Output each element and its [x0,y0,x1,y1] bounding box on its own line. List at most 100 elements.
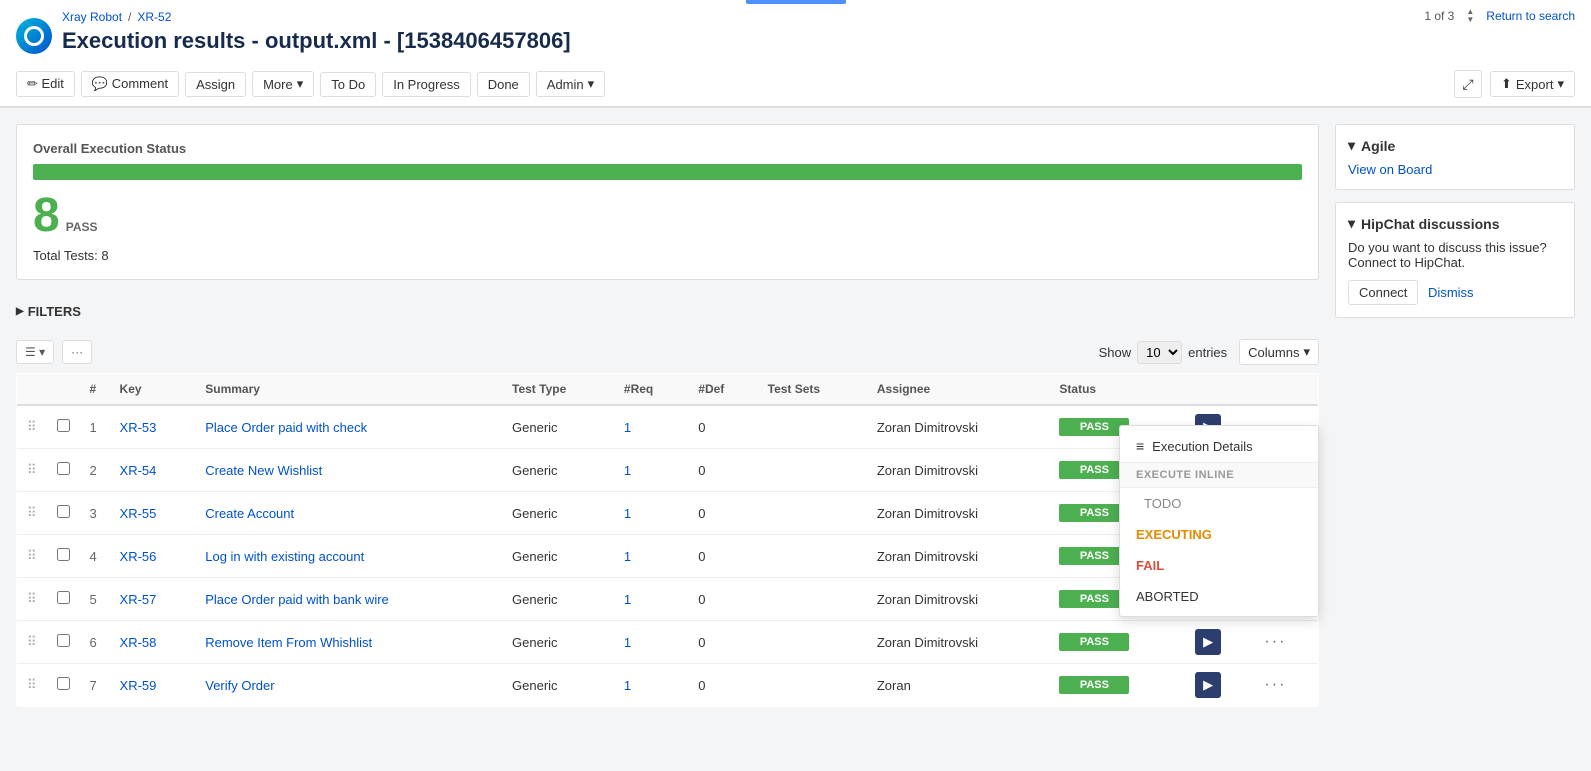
col-summary: Summary [195,374,502,406]
filters-bar: ▶ FILTERS [16,296,1319,327]
export-button[interactable]: ⬆ Export ▾ [1490,71,1575,97]
fail-option[interactable]: FAIL [1120,550,1318,581]
row-test-type: Generic [502,578,614,621]
row-key[interactable]: XR-53 [120,420,157,435]
breadcrumb-parent[interactable]: Xray Robot [62,10,122,24]
row-checkbox[interactable] [57,505,70,518]
row-test-sets [758,449,867,492]
pagination-arrows[interactable]: ▲ ▼ [1466,8,1474,24]
sidebar: ▾ Agile View on Board ▾ HipChat discussi… [1335,124,1575,707]
row-summary[interactable]: Remove Item From Whishlist [205,635,372,650]
row-req[interactable]: 1 [624,420,631,435]
execution-details-item[interactable]: ≡ Execution Details [1120,430,1318,462]
total-tests: Total Tests: 8 [33,248,1302,263]
executing-option[interactable]: EXECUTING [1120,519,1318,550]
row-summary[interactable]: Place Order paid with bank wire [205,592,389,607]
breadcrumb-separator: / [128,10,131,24]
row-checkbox[interactable] [57,462,70,475]
row-checkbox[interactable] [57,677,70,690]
assign-button[interactable]: Assign [185,72,246,97]
row-summary[interactable]: Verify Order [205,678,274,693]
todo-option[interactable]: TODO [1120,488,1318,519]
row-def: 0 [688,405,757,449]
status-badge: PASS [1059,633,1129,651]
row-test-type: Generic [502,449,614,492]
agile-header[interactable]: ▾ Agile [1348,137,1562,154]
more-actions-button[interactable]: ··· [1264,676,1286,694]
row-test-sets [758,492,867,535]
row-number: 7 [80,664,110,707]
row-checkbox[interactable] [57,634,70,647]
col-req: #Req [614,374,688,406]
row-checkbox[interactable] [57,591,70,604]
pass-count: 8 [33,192,60,240]
done-button[interactable]: Done [477,72,530,97]
connect-button[interactable]: Connect [1348,280,1418,305]
aborted-option[interactable]: ABORTED [1120,581,1318,612]
edit-button[interactable]: ✏ Edit [16,71,75,97]
filters-toggle[interactable]: ▶ FILTERS [16,304,81,319]
admin-button[interactable]: Admin ▾ [536,71,605,97]
row-assignee: Zoran Dimitrovski [867,405,1050,449]
row-def: 0 [688,449,757,492]
more-button[interactable]: More ▾ [252,71,314,97]
row-assignee: Zoran Dimitrovski [867,492,1050,535]
in-progress-button[interactable]: In Progress [382,72,470,97]
row-key[interactable]: XR-59 [120,678,157,693]
hipchat-panel: ▾ HipChat discussions Do you want to dis… [1335,202,1575,318]
table-row: ⠿ 7 XR-59 Verify Order Generic 1 0 Zoran… [17,664,1319,707]
row-req[interactable]: 1 [624,678,631,693]
row-summary[interactable]: Log in with existing account [205,549,364,564]
row-summary[interactable]: Place Order paid with check [205,420,367,435]
progress-bar-fill [33,164,1302,180]
table-controls: ☰ ▾ ··· Show 10 25 50 entries Columns ▾ [16,339,1319,365]
row-test-sets [758,621,867,664]
row-req[interactable]: 1 [624,506,631,521]
hipchat-header[interactable]: ▾ HipChat discussions [1348,215,1562,232]
col-test-sets: Test Sets [758,374,867,406]
comment-button[interactable]: 💬 Comment [81,71,179,97]
entries-select[interactable]: 10 25 50 [1137,341,1182,364]
row-key[interactable]: XR-57 [120,592,157,607]
drag-handle: ⠿ [17,664,47,707]
dismiss-link[interactable]: Dismiss [1428,285,1474,300]
row-def: 0 [688,578,757,621]
row-key[interactable]: XR-56 [120,549,157,564]
row-assignee: Zoran Dimitrovski [867,535,1050,578]
agile-collapse-icon: ▾ [1348,137,1355,154]
row-key[interactable]: XR-58 [120,635,157,650]
col-def: #Def [688,374,757,406]
row-checkbox[interactable] [57,419,70,432]
row-summary[interactable]: Create Account [205,506,294,521]
execute-inline-label: EXECUTE INLINE [1120,462,1318,488]
row-test-type: Generic [502,405,614,449]
row-assignee: Zoran Dimitrovski [867,621,1050,664]
more-actions-button[interactable]: ··· [1264,633,1286,651]
row-def: 0 [688,492,757,535]
row-checkbox[interactable] [57,548,70,561]
row-req[interactable]: 1 [624,549,631,564]
run-button[interactable]: ▶ [1195,672,1221,698]
breadcrumb-current[interactable]: XR-52 [137,10,171,24]
row-key[interactable]: XR-54 [120,463,157,478]
run-button[interactable]: ▶ [1195,629,1221,655]
row-req[interactable]: 1 [624,592,631,607]
row-assignee: Zoran Dimitrovski [867,449,1050,492]
row-test-sets [758,535,867,578]
columns-button[interactable]: Columns ▾ [1239,339,1319,365]
row-req[interactable]: 1 [624,635,631,650]
agile-panel: ▾ Agile View on Board [1335,124,1575,190]
todo-button[interactable]: To Do [320,72,376,97]
row-req[interactable]: 1 [624,463,631,478]
view-on-board-link[interactable]: View on Board [1348,162,1432,177]
return-to-search-link[interactable]: Return to search [1486,9,1575,23]
drag-handle: ⠿ [17,578,47,621]
status-section: Overall Execution Status 8 PASS Total Te… [16,124,1319,280]
share-button[interactable]: ⤢ [1454,70,1482,98]
row-key[interactable]: XR-55 [120,506,157,521]
table-more-button[interactable]: ··· [62,340,92,364]
row-summary[interactable]: Create New Wishlist [205,463,322,478]
table-view-button[interactable]: ☰ ▾ [16,340,54,364]
filters-label: FILTERS [28,304,81,319]
row-test-sets [758,664,867,707]
